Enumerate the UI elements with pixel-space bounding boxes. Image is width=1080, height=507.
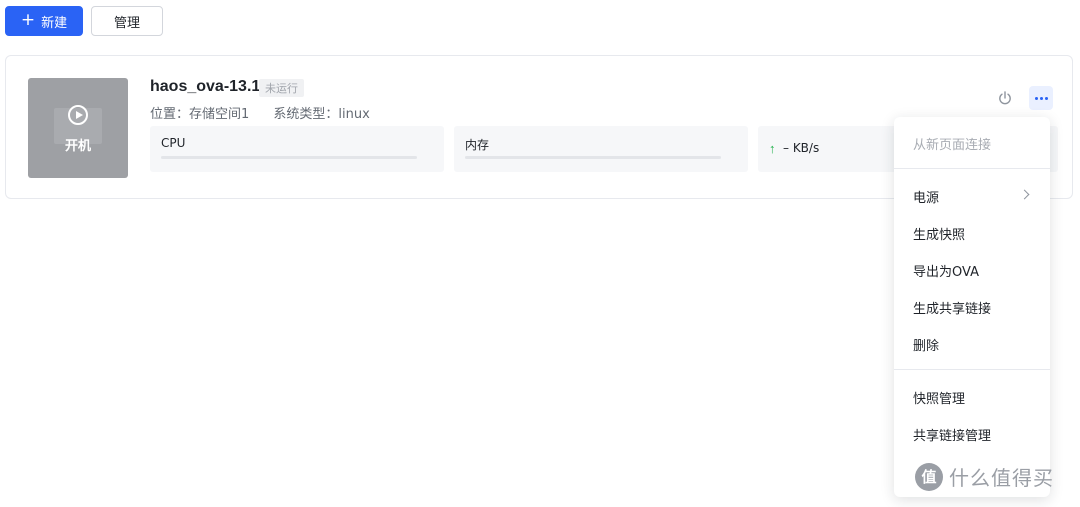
plus-icon: +: [20, 9, 36, 30]
more-dot: [1039, 96, 1043, 100]
cpu-progress-bar: [161, 156, 417, 159]
menu-item-export-ova[interactable]: 导出为OVA: [894, 258, 1050, 282]
more-dot: [1034, 96, 1038, 100]
memory-progress-bar: [465, 156, 721, 159]
menu-item-snapshot-manage[interactable]: 快照管理: [894, 385, 1050, 409]
watermark-logo: 值: [915, 462, 943, 491]
vm-name: haos_ova-13.1: [150, 78, 261, 95]
menu-item-power-label: 电源: [913, 190, 940, 206]
watermark: 值 什么值得买: [915, 462, 1054, 491]
vm-location: 位置：存储空间1: [150, 107, 250, 122]
arrow-up-icon: ↑: [769, 141, 776, 156]
watermark-text: 什么值得买: [949, 466, 1054, 490]
menu-item-share-link-manage[interactable]: 共享链接管理: [894, 422, 1050, 446]
new-button-label: 新建: [41, 15, 68, 31]
menu-item-snapshot[interactable]: 生成快照: [894, 221, 1050, 245]
more-menu: 从新页面连接 电源 生成快照 导出为OVA 生成共享链接 删除 快照管理 共享链…: [894, 117, 1050, 497]
menu-item-power[interactable]: 电源: [894, 184, 1050, 208]
toolbar: + 新建 管理: [5, 6, 163, 36]
play-circle-icon[interactable]: [68, 105, 88, 125]
manage-button[interactable]: 管理: [91, 6, 163, 36]
vm-os-type: 系统类型：linux: [273, 107, 370, 122]
menu-divider: [894, 369, 1050, 370]
menu-item-connect-new-page: 从新页面连接: [913, 137, 992, 153]
chevron-right-icon: [1019, 189, 1030, 200]
memory-metric: 内存: [454, 126, 748, 172]
menu-divider: [894, 168, 1050, 169]
memory-label: 内存: [465, 138, 490, 152]
power-icon[interactable]: [997, 90, 1013, 106]
cpu-metric: CPU: [150, 126, 444, 172]
more-button[interactable]: [1029, 86, 1053, 110]
network-speed: – KB/s: [783, 141, 820, 155]
more-dot: [1044, 96, 1048, 100]
status-badge: 未运行: [259, 79, 304, 97]
menu-item-share-link[interactable]: 生成共享链接: [894, 295, 1050, 319]
vm-meta: 位置：存储空间1 系统类型：linux: [150, 103, 390, 122]
power-on-label[interactable]: 开机: [28, 135, 128, 154]
vm-thumbnail[interactable]: 开机: [28, 78, 128, 178]
new-button[interactable]: + 新建: [5, 6, 83, 36]
cpu-label: CPU: [161, 136, 186, 150]
menu-item-delete[interactable]: 删除: [894, 332, 1050, 356]
